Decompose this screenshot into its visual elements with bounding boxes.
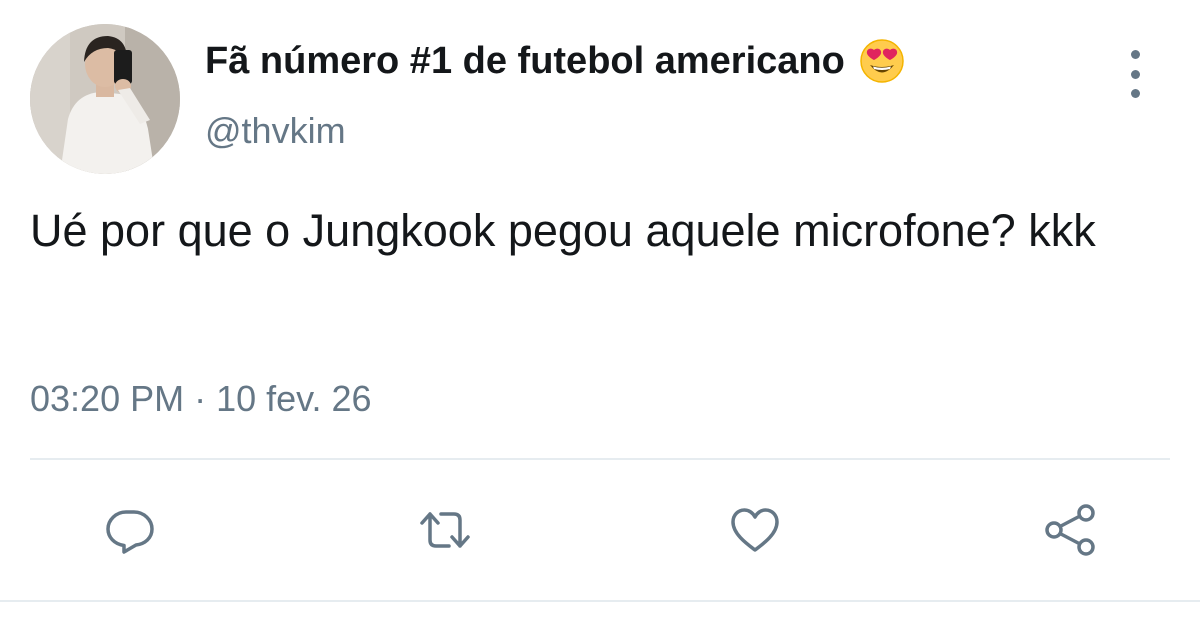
divider [30,458,1170,460]
display-name[interactable]: Fã número #1 de futebol americano [205,38,905,84]
more-options-icon[interactable] [1120,50,1150,98]
tweet-text: Ué por que o Jungkook pegou aquele micro… [30,205,1096,256]
retweet-button[interactable] [415,500,475,560]
reply-button[interactable] [100,500,160,560]
more-dot [1130,69,1140,79]
share-button[interactable] [1040,500,1100,560]
timestamp-separator: · [184,378,217,419]
avatar-photo [30,24,180,174]
tweet-timestamp[interactable]: 03:20 PM · 10 fev. 26 [30,378,372,420]
more-dot [1130,50,1140,59]
display-name-text: Fã número #1 de futebol americano [205,39,845,82]
more-dot [1130,89,1140,98]
like-icon [731,508,779,552]
avatar[interactable] [30,24,180,174]
retweet-icon [420,512,470,548]
tweet-time: 03:20 PM [30,378,185,419]
user-handle[interactable]: @thvkim [205,110,346,152]
heart-eyes-emoji-icon [859,38,905,84]
bottom-divider [0,600,1200,602]
reply-icon [106,510,154,554]
share-icon [1045,504,1095,556]
like-button[interactable] [725,500,785,560]
tweet-date: 10 fev. 26 [216,378,372,419]
